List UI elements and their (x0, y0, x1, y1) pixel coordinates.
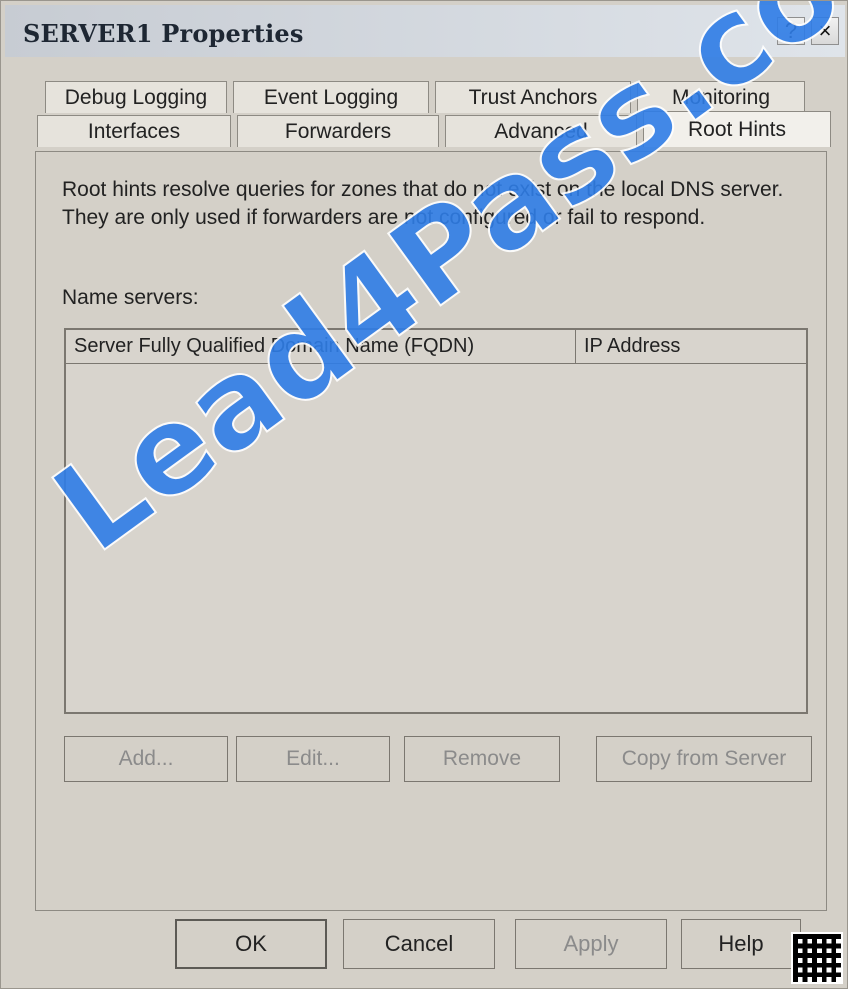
column-header-ip-address[interactable]: IP Address (576, 330, 806, 363)
root-hints-panel: Root hints resolve queries for zones tha… (35, 151, 827, 911)
cancel-button[interactable]: Cancel (343, 919, 495, 969)
tabs-bottom-row: Interfaces Forwarders Advanced Root Hint… (37, 109, 837, 147)
tab-advanced[interactable]: Advanced (445, 115, 637, 147)
tabs-top-row: Debug Logging Event Logging Trust Anchor… (45, 75, 811, 113)
help-button[interactable]: Help (681, 919, 801, 969)
qr-code-icon (791, 932, 843, 984)
root-hints-description: Root hints resolve queries for zones tha… (62, 178, 784, 230)
remove-button[interactable]: Remove (404, 736, 560, 782)
tab-interfaces[interactable]: Interfaces (37, 115, 231, 147)
add-button[interactable]: Add... (64, 736, 228, 782)
name-servers-list[interactable]: Server Fully Qualified Domain Name (FQDN… (64, 328, 808, 714)
apply-button[interactable]: Apply (515, 919, 667, 969)
help-caption-button[interactable]: ? (777, 17, 805, 45)
copy-from-server-button[interactable]: Copy from Server (596, 736, 812, 782)
column-header-fqdn[interactable]: Server Fully Qualified Domain Name (FQDN… (66, 330, 576, 363)
close-caption-button[interactable]: × (811, 17, 839, 45)
tab-root-hints[interactable]: Root Hints (643, 111, 831, 147)
list-header: Server Fully Qualified Domain Name (FQDN… (66, 330, 806, 364)
name-servers-label: Name servers: (62, 286, 199, 309)
edit-button[interactable]: Edit... (236, 736, 390, 782)
window-title: SERVER1 Properties (23, 19, 304, 48)
properties-dialog: SERVER1 Properties ? × Debug Logging Eve… (0, 0, 848, 989)
tab-forwarders[interactable]: Forwarders (237, 115, 439, 147)
ok-button[interactable]: OK (175, 919, 327, 969)
title-bar: SERVER1 Properties ? × (5, 5, 845, 57)
caption-buttons: ? × (777, 17, 839, 45)
list-action-buttons: Add... Edit... Remove Copy from Server (64, 736, 814, 784)
dialog-buttons: OK Cancel Apply Help (1, 919, 847, 973)
